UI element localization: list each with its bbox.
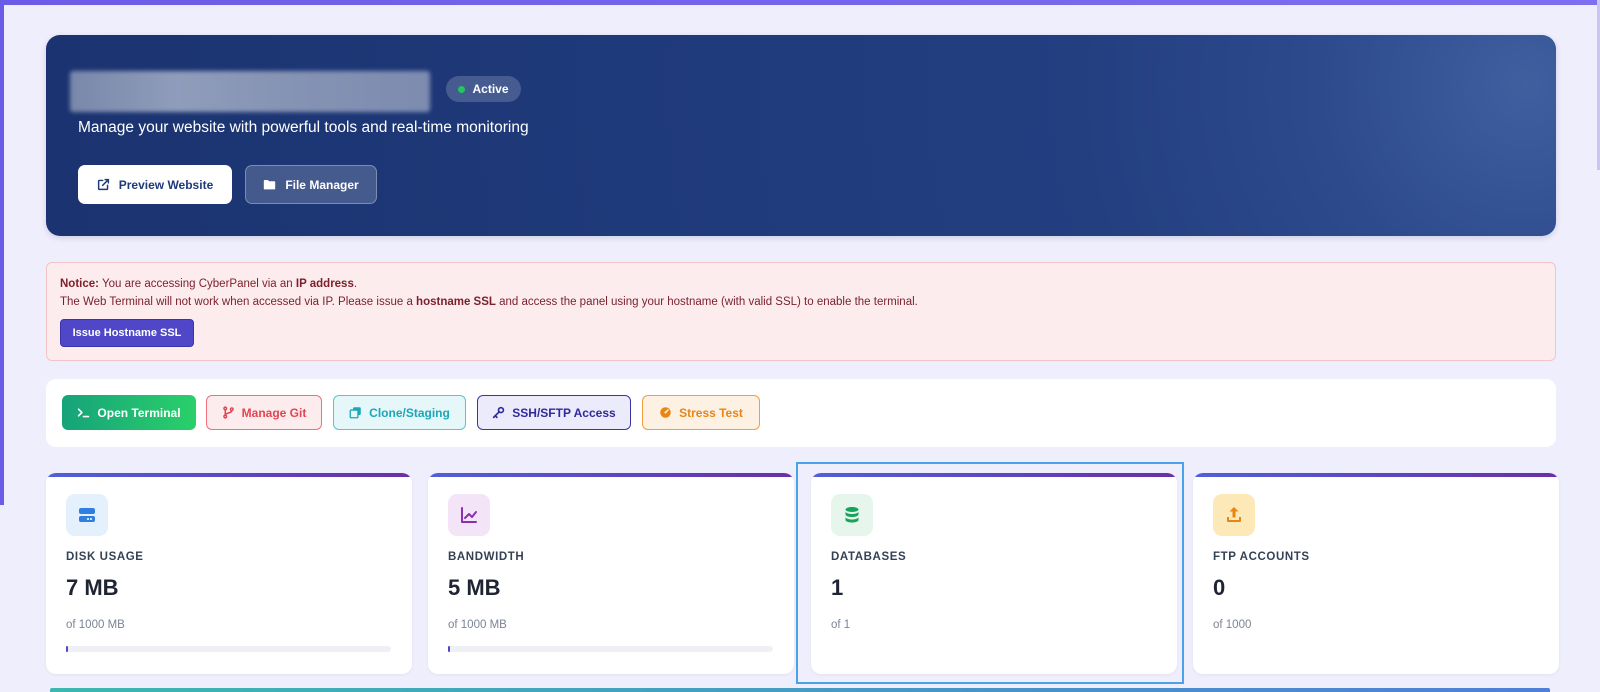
notice-text-2a: The Web Terminal will not work when acce… — [60, 296, 417, 308]
stat-limit: of 1000 MB — [66, 619, 125, 631]
ssh-sftp-access-label: SSH/SFTP Access — [512, 405, 616, 420]
notice-text-1: You are accessing CyberPanel via an — [98, 278, 296, 290]
status-dot-icon — [458, 85, 466, 93]
notice-line-1: Notice: You are accessing CyberPanel via… — [60, 278, 357, 290]
git-branch-icon — [222, 406, 234, 419]
stat-label: FTP ACCOUNTS — [1213, 551, 1310, 563]
bandwidth-card: BANDWIDTH 5 MB of 1000 MB — [428, 473, 794, 674]
stat-label: DATABASES — [831, 551, 907, 563]
file-manager-label: File Manager — [285, 177, 359, 192]
status-label: Active — [472, 82, 509, 96]
notice-text-2b: and access the panel using your hostname… — [495, 296, 918, 308]
ftp-accounts-card: FTP ACCOUNTS 0 of 1000 — [1193, 473, 1559, 674]
next-section-accent — [50, 688, 1550, 692]
chart-line-icon — [448, 494, 490, 536]
notice-prefix: Notice: — [60, 278, 99, 290]
file-manager-button[interactable]: File Manager — [245, 165, 377, 204]
ip-access-notice: Notice: You are accessing CyberPanel via… — [46, 262, 1556, 361]
manage-git-label: Manage Git — [241, 405, 307, 420]
external-link-icon — [97, 178, 109, 191]
status-badge: Active — [446, 76, 521, 102]
preview-website-label: Preview Website — [118, 177, 214, 192]
open-terminal-label: Open Terminal — [97, 405, 181, 420]
card-accent — [428, 473, 794, 477]
preview-website-button[interactable]: Preview Website — [78, 165, 232, 204]
usage-progress-bar — [448, 646, 773, 652]
manage-git-button[interactable]: Manage Git — [206, 395, 322, 430]
stat-value: 5 MB — [448, 575, 501, 600]
disk-usage-card: DISK USAGE 7 MB of 1000 MB — [46, 473, 412, 674]
stat-value: 0 — [1213, 575, 1226, 600]
issue-hostname-ssl-button[interactable]: Issue Hostname SSL — [60, 319, 194, 347]
databases-card[interactable]: DATABASES 1 of 1 — [811, 473, 1177, 674]
notice-line-2: The Web Terminal will not work when acce… — [60, 296, 918, 308]
stat-limit: of 1000 — [1213, 619, 1252, 631]
key-icon — [493, 406, 505, 419]
clone-staging-label: Clone/Staging — [369, 405, 450, 420]
notice-ip-bold: IP address — [295, 278, 354, 290]
stat-limit: of 1000 MB — [448, 619, 507, 631]
upload-icon — [1213, 494, 1255, 536]
folder-icon — [264, 180, 276, 190]
card-accent — [811, 473, 1177, 477]
card-accent — [46, 473, 412, 477]
notice-period: . — [353, 278, 358, 290]
clone-staging-button[interactable]: Clone/Staging — [333, 395, 466, 430]
database-icon — [831, 494, 873, 536]
disk-icon — [66, 494, 108, 536]
gauge-icon — [660, 407, 671, 418]
open-terminal-button[interactable]: Open Terminal — [62, 395, 196, 430]
website-hero-banner: Active Manage your website with powerful… — [46, 35, 1556, 236]
hero-subtitle: Manage your website with powerful tools … — [78, 119, 529, 136]
usage-progress-bar — [66, 646, 391, 652]
card-accent — [1193, 473, 1559, 477]
stress-test-label: Stress Test — [679, 405, 743, 420]
usage-progress-fill — [448, 646, 450, 652]
ssh-sftp-access-button[interactable]: SSH/SFTP Access — [477, 395, 631, 430]
usage-progress-fill — [66, 646, 69, 652]
top-accent-bar — [0, 0, 1600, 5]
stat-label: BANDWIDTH — [448, 551, 525, 563]
stat-value: 7 MB — [66, 575, 119, 600]
stat-limit: of 1 — [831, 619, 851, 631]
clone-icon — [349, 407, 361, 419]
stress-test-button[interactable]: Stress Test — [642, 395, 760, 430]
quick-actions-bar: Open Terminal Manage Git Clone/Staging S… — [46, 379, 1556, 447]
notice-hostname-bold: hostname SSL — [416, 296, 496, 308]
stat-value: 1 — [831, 575, 844, 600]
stat-label: DISK USAGE — [66, 551, 144, 563]
sidebar-edge — [0, 0, 4, 505]
terminal-icon — [78, 408, 90, 418]
site-name-redacted — [70, 71, 430, 112]
